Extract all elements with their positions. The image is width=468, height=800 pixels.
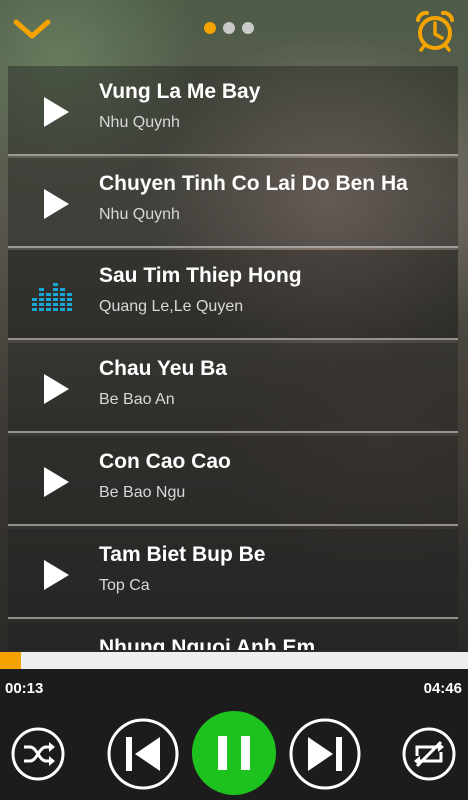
song-artist: Be Bao Ngu: [99, 484, 186, 501]
pause-icon[interactable]: [191, 710, 277, 796]
seek-bar[interactable]: [0, 652, 468, 669]
song-artist: Nhu Quynh: [99, 206, 180, 223]
page-dot[interactable]: [223, 22, 235, 34]
top-bar: [0, 0, 468, 62]
song-row[interactable]: Con Cao Cao Be Bao Ngu: [8, 436, 458, 526]
song-title: Tam Biet Bup Be: [99, 543, 266, 566]
seek-bar-progress: [0, 652, 22, 669]
skip-next-icon[interactable]: [288, 717, 362, 791]
song-title: Chuyen Tinh Co Lai Do Ben Ha: [99, 172, 408, 195]
song-row[interactable]: Chau Yeu Ba Be Bao An: [8, 343, 458, 433]
play-icon[interactable]: [42, 466, 70, 498]
play-icon[interactable]: [42, 96, 70, 128]
song-row[interactable]: Chuyen Tinh Co Lai Do Ben Ha Nhu Quynh: [8, 158, 458, 248]
alarm-clock-icon[interactable]: [412, 8, 458, 54]
shuffle-icon[interactable]: [10, 726, 66, 782]
page-dot[interactable]: [242, 22, 254, 34]
chevron-down-icon[interactable]: [12, 14, 52, 44]
song-artist: Nhu Quynh: [99, 114, 180, 131]
song-title: Con Cao Cao: [99, 450, 231, 473]
skip-previous-icon[interactable]: [106, 717, 180, 791]
song-row[interactable]: Vung La Me Bay Nhu Quynh: [8, 66, 458, 156]
total-time: 04:46: [423, 680, 462, 697]
current-time: 00:13: [5, 680, 44, 697]
song-row[interactable]: Nhung Nguoi Anh Em: [8, 622, 458, 650]
song-artist: Be Bao An: [99, 391, 175, 408]
page-dot[interactable]: [204, 22, 216, 34]
equalizer-icon: [32, 283, 72, 311]
song-artist: Quang Le,Le Quyen: [99, 298, 244, 315]
song-title: Vung La Me Bay: [99, 80, 261, 103]
song-title: Chau Yeu Ba: [99, 357, 227, 380]
player-controls: 00:13 04:46: [0, 669, 468, 800]
page-indicator: [204, 22, 254, 34]
song-title: Nhung Nguoi Anh Em: [99, 636, 316, 650]
song-list[interactable]: Vung La Me Bay Nhu Quynh Chuyen Tinh Co …: [8, 66, 458, 650]
repeat-off-icon[interactable]: [401, 726, 457, 782]
play-icon[interactable]: [42, 559, 70, 591]
song-title: Sau Tim Thiep Hong: [99, 264, 302, 287]
play-icon[interactable]: [42, 373, 70, 405]
play-icon[interactable]: [42, 188, 70, 220]
song-artist: Top Ca: [99, 577, 150, 594]
song-row[interactable]: Tam Biet Bup Be Top Ca: [8, 529, 458, 619]
song-row-now-playing[interactable]: Sau Tim Thiep Hong Quang Le,Le Quyen: [8, 250, 458, 340]
